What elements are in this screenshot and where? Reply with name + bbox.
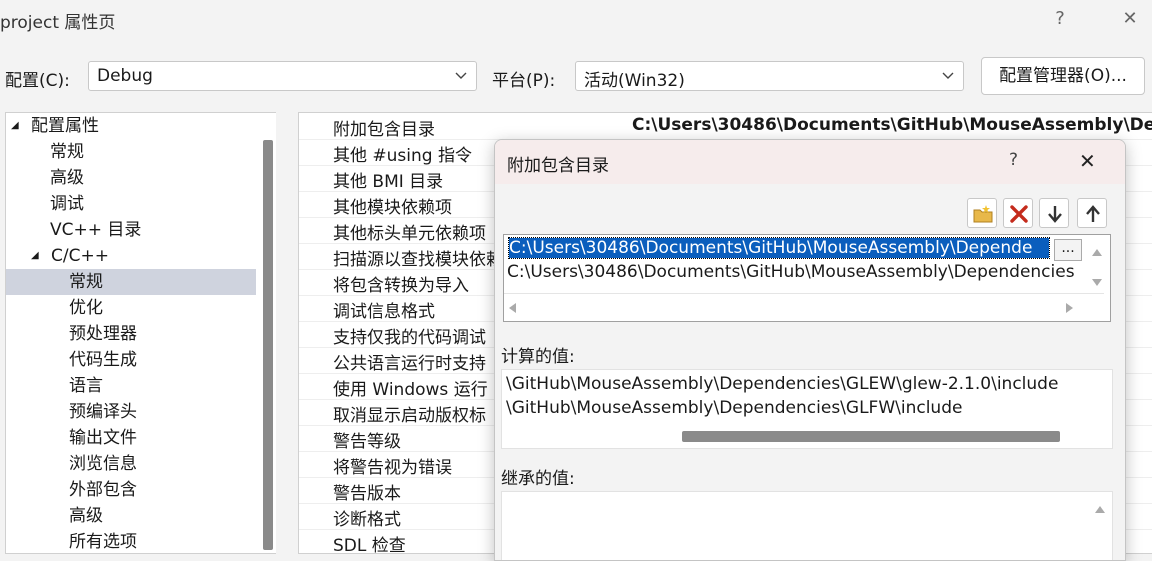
tree-item[interactable]: 代码生成: [6, 347, 256, 373]
config-select[interactable]: Debug: [88, 61, 477, 91]
tree-item-label: 预编译头: [69, 402, 137, 422]
platform-select[interactable]: 活动(Win32): [575, 61, 964, 91]
property-row[interactable]: 附加包含目录 C:\Users\30486\Documents\GitHub\Mo…: [299, 113, 1152, 140]
tree-item-label: 配置属性: [31, 116, 99, 136]
tree-item[interactable]: 优化: [6, 295, 256, 321]
tree-item-label: 高级: [50, 168, 84, 188]
computed-value-line: \GitHub\MouseAssembly\Dependencies\GLFW\…: [506, 398, 963, 418]
config-manager-button[interactable]: 配置管理器(O)...: [981, 57, 1145, 95]
property-name: 其他 BMI 目录: [333, 172, 444, 192]
tree-item[interactable]: ◢ 配置属性: [6, 113, 256, 139]
window-title: project 属性页: [0, 13, 116, 33]
inherited-values-box[interactable]: [501, 491, 1113, 560]
scroll-up-arrow-icon[interactable]: [1095, 506, 1105, 513]
property-name: 使用 Windows 运行: [333, 380, 488, 400]
move-down-button[interactable]: [1039, 198, 1069, 228]
tree-item[interactable]: 语言: [6, 373, 256, 399]
scroll-up-arrow-icon[interactable]: [1092, 249, 1102, 256]
property-tree[interactable]: ◢ 配置属性 常规 高级 调试 VC++ 目录 ◢ C/C++ 常规 优化 预处理器 代码生成 语言 预编…: [5, 112, 276, 554]
tree-item-label: 输出文件: [69, 428, 137, 448]
tree-item-label: 高级: [69, 506, 103, 526]
tree-item[interactable]: 常规: [6, 269, 256, 295]
scroll-down-arrow-icon[interactable]: [1092, 279, 1102, 286]
config-label: 配置(C):: [5, 71, 70, 91]
tree-item-label: 外部包含: [69, 480, 137, 500]
tree-item-label: VC++ 目录: [50, 220, 142, 240]
tree-item-label: 代码生成: [69, 350, 137, 370]
dialog-title: 附加包含目录: [507, 156, 609, 176]
property-name: SDL 检查: [333, 536, 406, 554]
help-icon[interactable]: ?: [1042, 4, 1078, 34]
tree-item-label: 浏览信息: [69, 454, 137, 474]
move-up-icon: [1086, 205, 1100, 222]
horizontal-scrollbar[interactable]: [682, 431, 1060, 442]
property-name: 公共语言运行时支持: [333, 354, 486, 374]
chevron-down-icon: [455, 72, 467, 79]
expand-arrow-icon[interactable]: ◢: [11, 113, 19, 139]
new-line-button[interactable]: [967, 198, 997, 228]
property-name: 其他 #using 指令: [333, 146, 472, 166]
tree-item[interactable]: VC++ 目录: [6, 217, 256, 243]
tree-item[interactable]: 预处理器: [6, 321, 256, 347]
tree-item[interactable]: 调试: [6, 191, 256, 217]
property-value[interactable]: C:\Users\30486\Documents\GitHub\MouseAss…: [632, 115, 1152, 135]
tree-item-label: 常规: [69, 272, 103, 292]
property-name: 取消显示启动版权标: [333, 406, 486, 426]
property-name: 警告版本: [333, 484, 401, 504]
platform-label: 平台(P):: [492, 71, 556, 91]
scroll-left-arrow-icon[interactable]: [509, 303, 516, 313]
platform-value: 活动(Win32): [584, 71, 685, 91]
additional-include-dirs-dialog: 附加包含目录 ? ✕ C:\Users\30486\Documents\GitH…: [494, 139, 1126, 561]
chevron-down-icon: [942, 72, 954, 79]
property-name: 调试信息格式: [333, 302, 435, 322]
computed-values-box[interactable]: \GitHub\MouseAssembly\Dependencies\GLEW\…: [501, 369, 1113, 449]
dialog-close-icon[interactable]: ✕: [1079, 149, 1096, 173]
tree-item[interactable]: 常规: [6, 139, 256, 165]
dialog-titlebar: 附加包含目录 ? ✕: [495, 140, 1125, 184]
property-name: 其他标头单元依赖项: [333, 224, 486, 244]
tree-item[interactable]: 外部包含: [6, 477, 256, 503]
config-value: Debug: [97, 66, 153, 86]
computed-value-line: \GitHub\MouseAssembly\Dependencies\GLEW\…: [506, 374, 1059, 394]
tree-item[interactable]: 所有选项: [6, 529, 256, 553]
property-name: 诊断格式: [333, 510, 401, 530]
computed-values-label: 计算的值:: [501, 347, 575, 367]
inherited-values-label: 继承的值:: [501, 469, 575, 489]
property-name: 将警告视为错误: [333, 458, 452, 478]
tree-item[interactable]: 输出文件: [6, 425, 256, 451]
close-icon[interactable]: ✕: [1112, 4, 1148, 34]
tree-item-label: 调试: [50, 194, 84, 214]
property-name: 支持仅我的代码调试: [333, 328, 486, 348]
delete-line-button[interactable]: [1003, 198, 1033, 228]
property-name: 将包含转换为导入: [333, 276, 469, 296]
tree-item-label: 优化: [69, 298, 103, 318]
directory-list[interactable]: C:\Users\30486\Documents\GitHub\MouseAss…: [503, 234, 1111, 322]
tree-item[interactable]: 预编译头: [6, 399, 256, 425]
tree-item[interactable]: ◢ C/C++: [6, 243, 256, 269]
tree-item-label: 预处理器: [69, 324, 137, 344]
property-name: 警告等级: [333, 432, 401, 452]
delete-icon: [1010, 205, 1028, 223]
directory-entry[interactable]: C:\Users\30486\Documents\GitHub\MouseAss…: [507, 262, 1085, 282]
tree-scrollbar[interactable]: [263, 140, 273, 550]
browse-button[interactable]: ...: [1054, 239, 1082, 261]
tree-item[interactable]: 高级: [6, 165, 256, 191]
expand-arrow-icon[interactable]: ◢: [31, 243, 39, 269]
tree-item[interactable]: 浏览信息: [6, 451, 256, 477]
scroll-right-arrow-icon[interactable]: [1066, 303, 1073, 313]
tree-item[interactable]: 高级: [6, 503, 256, 529]
property-name: 其他模块依赖项: [333, 198, 452, 218]
property-name: 附加包含目录: [333, 120, 435, 140]
move-down-icon: [1048, 206, 1062, 223]
property-name: 扫描源以查找模块依赖: [333, 250, 503, 270]
tree-item-label: 所有选项: [69, 532, 137, 552]
dialog-help-icon[interactable]: ?: [1009, 150, 1018, 170]
tree-item-label: 常规: [50, 142, 84, 162]
tree-item-label: C/C++: [51, 246, 109, 266]
tree-item-label: 语言: [69, 376, 103, 396]
move-up-button[interactable]: [1077, 198, 1107, 228]
new-folder-icon: [973, 205, 993, 223]
directory-entry-edit[interactable]: C:\Users\30486\Documents\GitHub\MouseAss…: [508, 237, 1050, 259]
